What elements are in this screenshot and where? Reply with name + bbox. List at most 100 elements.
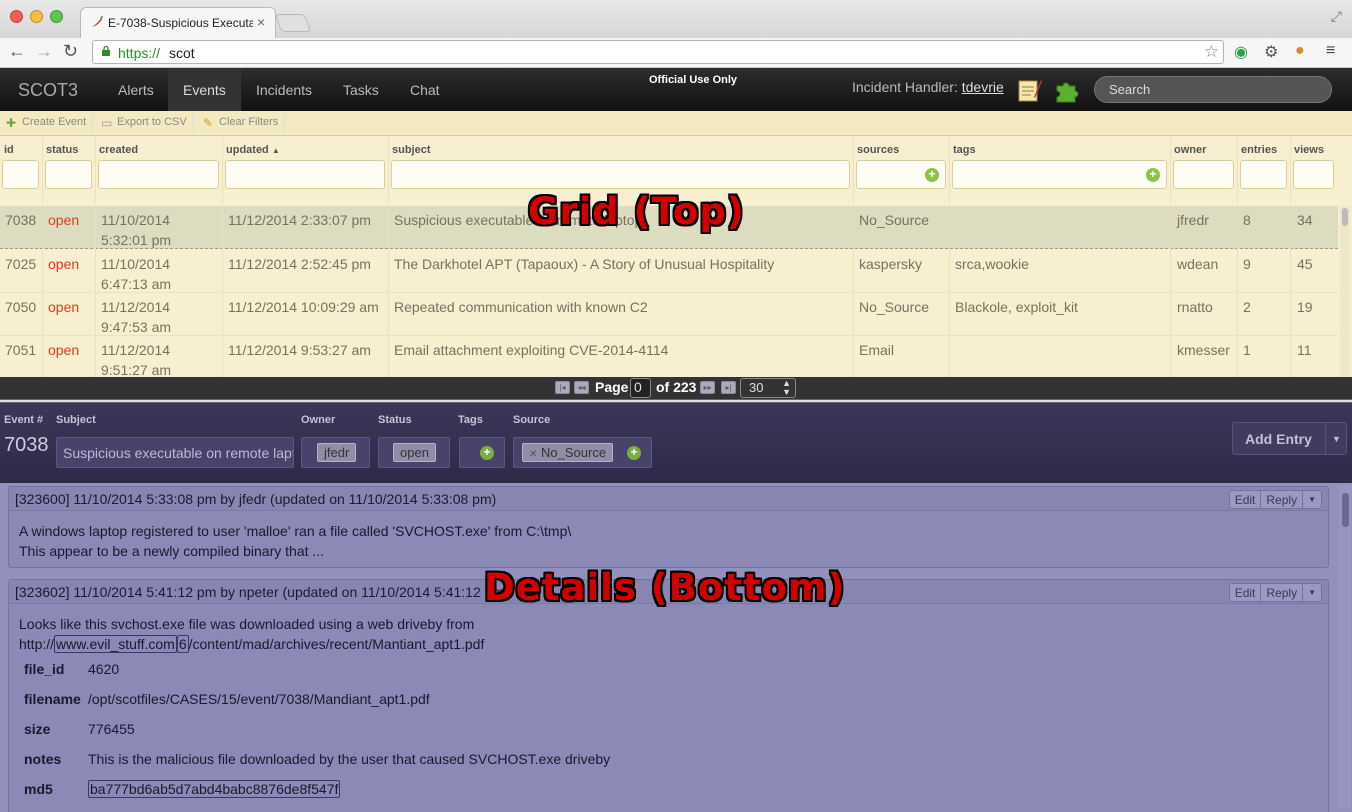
reply-button[interactable]: Reply	[1261, 584, 1304, 601]
table-row[interactable]: 7051 open 11/12/2014 9:51:27 am 11/12/201…	[0, 336, 1338, 377]
col-header-updated[interactable]: updated ▲	[226, 144, 280, 156]
close-tab-icon[interactable]: ×	[257, 14, 265, 30]
last-page-icon[interactable]: ▸|	[721, 381, 736, 394]
add-entry-button[interactable]: Add Entry ▼	[1232, 422, 1347, 455]
prev-page-icon[interactable]: ◂◂	[574, 381, 589, 394]
source-pill[interactable]: ✕ No_Source	[522, 443, 614, 462]
edit-button[interactable]: Edit	[1230, 584, 1262, 601]
new-tab-button[interactable]	[274, 14, 312, 32]
spinner-arrows-icon: ▲ ▼	[782, 378, 791, 397]
grid-scrollbar[interactable]	[1340, 206, 1350, 377]
cell-status: open	[48, 299, 80, 315]
col-header-status[interactable]: status	[46, 144, 78, 156]
status-field[interactable]: open	[378, 437, 450, 468]
nav-alerts[interactable]: Alerts	[118, 82, 154, 98]
reply-button[interactable]: Reply	[1261, 491, 1304, 508]
col-header-tags[interactable]: tags	[953, 144, 976, 156]
add-entry-dropdown-icon[interactable]: ▼	[1325, 423, 1347, 454]
zoom-window-button[interactable]	[50, 10, 63, 23]
address-bar[interactable]: https:// scot ☆	[92, 40, 1224, 64]
entry-card: [323600] 11/10/2014 5:33:08 pm by jfedr …	[8, 486, 1329, 568]
md5-flair[interactable]: ba777bd6ab5d7abd4babc8876de8f547f	[88, 780, 341, 798]
column-divider	[95, 136, 96, 377]
filter-tags[interactable]: +	[952, 160, 1167, 189]
nav-events[interactable]: Events	[168, 68, 241, 111]
nav-tasks[interactable]: Tasks	[343, 82, 379, 98]
flair-count-badge[interactable]: 6	[176, 635, 189, 653]
minimize-window-button[interactable]	[30, 10, 43, 23]
owner-pill[interactable]: jfedr	[317, 443, 357, 462]
reload-icon[interactable]: ↻	[63, 41, 78, 62]
flaired-domain[interactable]: www.evil_stuff.com	[54, 635, 177, 653]
tags-field[interactable]: +	[459, 437, 505, 468]
page-count: of 223	[656, 379, 697, 395]
cookie-icon[interactable]: ●	[1295, 42, 1305, 60]
add-tag-filter-icon[interactable]: +	[1146, 168, 1160, 182]
subject-field[interactable]: Suspicious executable on remote laptop	[56, 437, 294, 468]
grid-scroll-thumb[interactable]	[1342, 208, 1348, 226]
page-number-input[interactable]: 0	[630, 378, 651, 398]
handler-user-link[interactable]: tdevrie	[962, 79, 1004, 95]
entry-menu-icon[interactable]: ▼	[1303, 491, 1321, 508]
remove-source-icon[interactable]: ✕	[529, 449, 537, 460]
details-scroll-thumb[interactable]	[1342, 493, 1349, 527]
add-source-filter-icon[interactable]: +	[925, 168, 939, 182]
col-header-owner[interactable]: owner	[1174, 144, 1206, 156]
extension-owl-icon[interactable]: ◉	[1234, 42, 1248, 62]
notepad-icon[interactable]	[1016, 77, 1042, 103]
filter-entries[interactable]	[1240, 160, 1287, 189]
close-window-button[interactable]	[10, 10, 23, 23]
event-id: 7038	[4, 434, 49, 456]
broom-icon: ✎	[203, 116, 214, 130]
fullscreen-icon[interactable]: ⤢	[1331, 8, 1342, 25]
col-header-sources[interactable]: sources	[857, 144, 899, 156]
source-field[interactable]: ✕ No_Source +	[513, 437, 652, 468]
add-tag-icon[interactable]: +	[480, 446, 494, 460]
clear-filters-button[interactable]: ✎ Clear Filters	[197, 113, 286, 133]
filter-updated[interactable]	[225, 160, 385, 189]
col-header-entries[interactable]: entries	[1241, 144, 1277, 156]
filter-sources[interactable]: +	[856, 160, 946, 189]
field-value: 4620	[88, 661, 120, 677]
page-size-select[interactable]: 30 ▲ ▼	[740, 378, 796, 398]
owner-label: Owner	[301, 414, 336, 426]
browser-tab[interactable]: E-7038-Suspicious Executable ×	[80, 7, 276, 38]
cell-updated: 11/12/2014 9:53:27 am	[228, 342, 371, 358]
filter-views[interactable]	[1293, 160, 1334, 189]
source-label: Source	[513, 414, 551, 426]
first-page-icon[interactable]: |◂	[555, 381, 570, 394]
column-divider	[222, 136, 223, 377]
filter-owner[interactable]	[1173, 160, 1234, 189]
gear-icon[interactable]: ⚙	[1264, 42, 1278, 62]
details-scrollbar[interactable]	[1339, 485, 1351, 810]
nav-chat[interactable]: Chat	[410, 82, 440, 98]
status-pill[interactable]: open	[393, 443, 436, 462]
table-row[interactable]: 7025 open 11/10/2014 6:47:13 am 11/12/201…	[0, 250, 1338, 293]
bookmark-star-icon[interactable]: ☆	[1204, 42, 1219, 62]
menu-icon[interactable]: ≡	[1326, 42, 1335, 60]
puzzle-icon[interactable]	[1054, 77, 1082, 105]
search-input[interactable]: Search	[1094, 76, 1332, 103]
back-arrow-icon[interactable]: ←	[8, 41, 26, 62]
export-csv-button[interactable]: ▭ Export to CSV	[95, 113, 194, 133]
entry-menu-icon[interactable]: ▼	[1303, 584, 1321, 601]
owner-field[interactable]: jfedr	[301, 437, 370, 468]
col-header-created[interactable]: created	[99, 144, 138, 156]
col-header-id[interactable]: id	[4, 144, 14, 156]
brand-logo[interactable]: SCOT3	[18, 80, 78, 101]
nav-incidents[interactable]: Incidents	[256, 82, 312, 98]
filter-id[interactable]	[2, 160, 39, 189]
table-row[interactable]: 7050 open 11/12/2014 9:47:53 am 11/12/201…	[0, 293, 1338, 336]
filter-status[interactable]	[45, 160, 92, 189]
url-prefix: http://	[19, 636, 55, 652]
filter-created[interactable]	[98, 160, 219, 189]
next-page-icon[interactable]: ▸▸	[700, 381, 715, 394]
filter-subject[interactable]	[391, 160, 850, 189]
forward-arrow-icon[interactable]: →	[35, 41, 53, 62]
add-source-icon[interactable]: +	[627, 446, 641, 460]
cell-subject: Repeated communication with known C2	[394, 299, 648, 315]
edit-button[interactable]: Edit	[1230, 491, 1262, 508]
create-event-button[interactable]: ✚ Create Event	[0, 113, 94, 133]
col-header-subject[interactable]: subject	[392, 144, 431, 156]
col-header-views[interactable]: views	[1294, 144, 1324, 156]
